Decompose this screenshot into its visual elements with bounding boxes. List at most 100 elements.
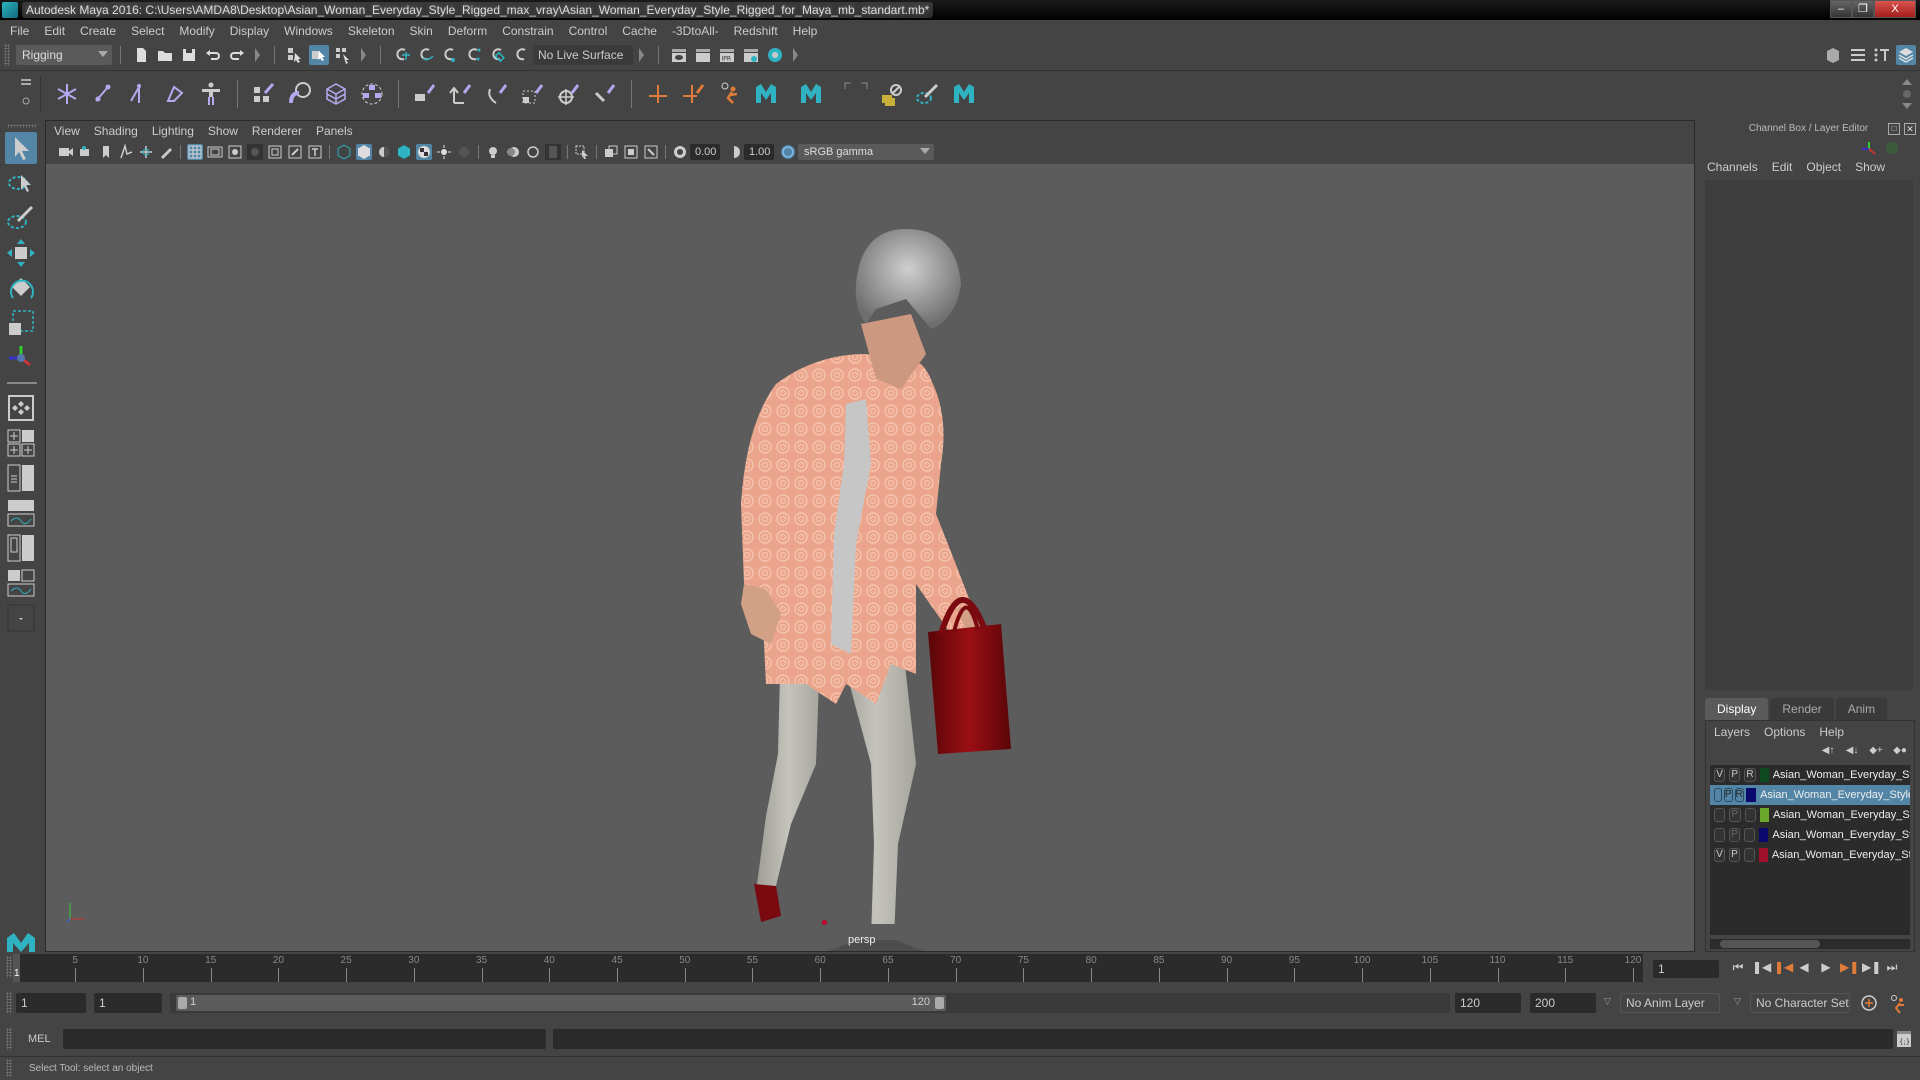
drag-handle[interactable] — [6, 992, 12, 1014]
scrollbar-thumb[interactable] — [1720, 940, 1820, 948]
open-scene-icon[interactable] — [155, 45, 175, 65]
playback-toggle[interactable]: P — [1729, 808, 1741, 822]
tool-settings-icon[interactable] — [1872, 45, 1892, 65]
anti-aliasing-icon[interactable] — [525, 144, 541, 160]
grid-icon[interactable] — [187, 144, 203, 160]
menu-edit[interactable]: Edit — [44, 24, 65, 38]
humanik-icon[interactable] — [198, 81, 224, 107]
visibility-toggle[interactable]: V — [1714, 848, 1725, 862]
select-by-hierarchy-icon[interactable] — [285, 45, 305, 65]
motion-blur-icon[interactable] — [505, 144, 521, 160]
menu-edit[interactable]: Edit — [1772, 160, 1793, 174]
display-layer-script-icon[interactable] — [879, 81, 905, 107]
menu-select[interactable]: Select — [131, 24, 164, 38]
character-model[interactable] — [666, 204, 1086, 924]
lattice-icon[interactable] — [323, 81, 349, 107]
move-layer-down-icon[interactable]: ◀↓ — [1844, 745, 1860, 757]
gamma-icon[interactable] — [726, 144, 742, 160]
xray-active-components-icon[interactable] — [623, 144, 639, 160]
restore-button[interactable]: ❐ — [1852, 0, 1874, 18]
snap-to-curve-icon[interactable] — [415, 45, 435, 65]
pole-vector-constraint-icon[interactable] — [592, 81, 618, 107]
menu-control[interactable]: Control — [569, 24, 608, 38]
visibility-toggle[interactable] — [1714, 788, 1722, 802]
render-settings-icon[interactable] — [741, 45, 761, 65]
scale-constraint-icon[interactable] — [520, 81, 546, 107]
play-backwards-button[interactable]: ◀ — [1796, 960, 1812, 978]
tab-display[interactable]: Display — [1705, 698, 1769, 720]
go-to-end-button[interactable]: ⏭ — [1884, 960, 1900, 978]
persp-graph-outliner-layout-icon[interactable] — [5, 567, 37, 599]
depth-of-field-icon[interactable] — [545, 144, 561, 160]
modeling-toolkit-icon[interactable] — [1824, 45, 1844, 65]
empty-shelf-slot[interactable] — [843, 81, 869, 107]
film-gate-icon[interactable] — [207, 144, 223, 160]
bookmark-icon[interactable] — [98, 144, 114, 160]
3d-viewport[interactable]: persp — [46, 164, 1694, 951]
speed-icon[interactable] — [1884, 140, 1900, 156]
visibility-toggle[interactable] — [1714, 828, 1726, 842]
move-layer-up-icon[interactable]: ◀↑ — [1820, 745, 1836, 757]
current-frame-marker[interactable]: 1 — [13, 954, 20, 982]
collapse-arrow-icon[interactable] — [255, 47, 260, 62]
character-set-icon[interactable] — [717, 81, 743, 107]
save-scene-icon[interactable] — [179, 45, 199, 65]
ik-handle-icon[interactable] — [126, 81, 152, 107]
hypershade-icon[interactable] — [765, 45, 785, 65]
render-view-icon[interactable] — [669, 45, 689, 65]
more-layouts-button[interactable] — [5, 602, 37, 634]
aim-constraint-icon[interactable] — [556, 81, 582, 107]
layer-row[interactable]: P Asian_Woman_Everyday_Style_Rigged_help… — [1710, 805, 1910, 825]
render-current-frame-icon[interactable] — [693, 45, 713, 65]
panel-menu-renderer[interactable]: Renderer — [252, 124, 302, 138]
menu-layers[interactable]: Layers — [1714, 725, 1750, 739]
layer-list-scrollbar[interactable] — [1710, 939, 1910, 949]
redo-icon[interactable] — [227, 45, 247, 65]
layer-row[interactable]: V P Asian_Woman_Everyday_Style_Rigged_ge… — [1710, 845, 1910, 865]
script-language-label[interactable]: MEL — [28, 1033, 51, 1045]
close-button[interactable]: X — [1874, 0, 1916, 18]
undo-icon[interactable] — [203, 45, 223, 65]
visibility-toggle[interactable]: V — [1714, 768, 1726, 782]
animation-start-field[interactable]: 1 — [16, 993, 86, 1013]
maya-script-icon[interactable] — [798, 81, 824, 107]
menu-constrain[interactable]: Constrain — [502, 24, 553, 38]
rotate-tool-icon[interactable] — [5, 272, 37, 304]
snap-to-curve-icon[interactable] — [511, 45, 531, 65]
new-layer-from-selected-icon[interactable]: ◆● — [1892, 745, 1908, 757]
maya-script-icon[interactable] — [951, 81, 977, 107]
drag-handle[interactable] — [4, 43, 10, 66]
move-tool-icon[interactable] — [5, 237, 37, 269]
visibility-toggle[interactable] — [1714, 808, 1726, 822]
drag-handle[interactable] — [6, 1059, 12, 1077]
ipr-render-icon[interactable]: IPR — [717, 45, 737, 65]
collapse-arrow-icon[interactable] — [639, 47, 644, 62]
exposure-field[interactable]: 0.00 — [690, 144, 720, 160]
layer-color-swatch[interactable] — [1759, 828, 1769, 842]
menu-options[interactable]: Options — [1764, 725, 1805, 739]
layer-color-swatch[interactable] — [1758, 848, 1768, 862]
tab-anim[interactable]: Anim — [1835, 698, 1888, 720]
menu-skin[interactable]: Skin — [410, 24, 433, 38]
playback-toggle[interactable]: P — [1723, 788, 1733, 802]
ik-spline-handle-icon[interactable] — [162, 81, 188, 107]
use-all-lights-icon[interactable] — [436, 144, 452, 160]
new-scene-icon[interactable] — [131, 45, 151, 65]
live-surface-field[interactable]: No Live Surface — [533, 44, 633, 65]
screen-space-ao-icon[interactable] — [485, 144, 501, 160]
minimize-button[interactable]: – — [1830, 0, 1852, 18]
character-set-dropdown[interactable]: No Character Set — [1750, 993, 1850, 1013]
panel-menu-panels[interactable]: Panels — [316, 124, 353, 138]
animation-end-field[interactable]: 200 — [1530, 993, 1596, 1013]
scale-tool-icon[interactable] — [5, 307, 37, 339]
locator-icon[interactable] — [645, 81, 671, 107]
panel-menu-shading[interactable]: Shading — [94, 124, 138, 138]
auto-key-icon[interactable] — [1860, 994, 1878, 1012]
reference-toggle[interactable] — [1743, 848, 1755, 862]
snap-to-point-icon[interactable] — [439, 45, 459, 65]
menu-3dtoall[interactable]: -3DtoAll- — [672, 24, 719, 38]
reference-toggle[interactable] — [1744, 828, 1756, 842]
menu-deform[interactable]: Deform — [448, 24, 487, 38]
drag-handle[interactable] — [7, 124, 37, 128]
collapse-arrow-icon[interactable] — [793, 47, 798, 62]
